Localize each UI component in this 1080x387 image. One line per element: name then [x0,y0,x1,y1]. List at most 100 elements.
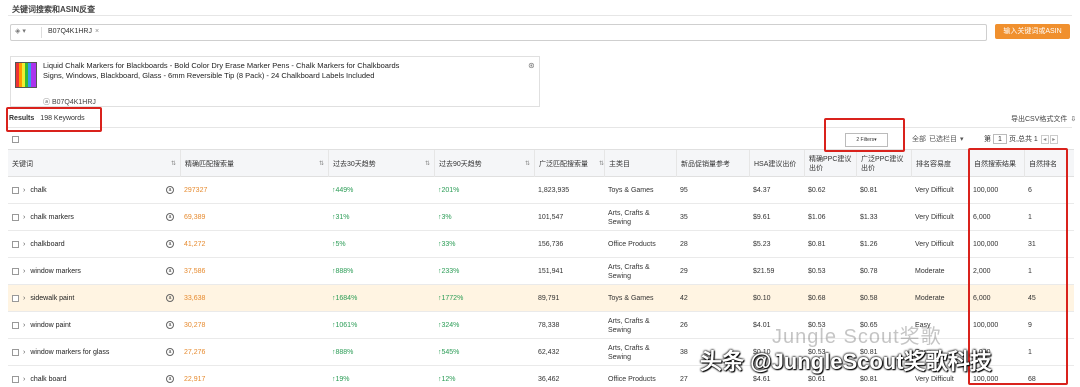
cell-trend-30d: ↑449% [328,177,434,204]
cell-text: window markers for glass [30,349,110,356]
column-header-promo[interactable]: 新品促销量参考 [676,150,749,178]
sort-icon[interactable]: ⇅ [425,160,430,169]
cell-rank-ease: Very Difficult [911,231,969,258]
cell-trend-90d: ↑233% [434,258,534,285]
row-checkbox[interactable] [12,214,19,221]
cell-broad-volume: 36,462 [534,366,608,387]
chevron-right-icon[interactable]: › [23,348,25,357]
cell-broad-ppc: $1.33 [856,204,911,231]
cell-exact-volume: 41,272 [180,231,328,258]
cell-text: Office Products [608,241,656,248]
export-csv-link[interactable]: 导出CSV格式文件 ⇩ [1008,114,1076,124]
row-checkbox[interactable] [12,322,19,329]
row-checkbox[interactable] [12,187,19,194]
table-row[interactable]: › window markers a 37,586 ↑888% ↑233% 151,941 A… [8,258,1074,285]
search-bar[interactable]: ◈ ▾ B07Q4K1HRJ × [10,24,987,41]
column-header-keyword[interactable]: 关键词 ⇅ [8,150,180,178]
sort-icon[interactable]: ⇅ [525,160,530,169]
cell-trend-30d: ↑888% [328,339,434,366]
amazon-search-icon[interactable]: a [166,375,174,383]
amazon-search-icon[interactable]: a [166,321,174,329]
table-row[interactable]: › chalkboard a 41,272 ↑5% ↑33% 156,736 Office P… [8,231,1074,258]
product-title[interactable]: Liquid Chalk Markers for Blackboards - B… [43,61,403,81]
cell-text: 35 [680,214,688,221]
column-header-broad-ppc[interactable]: 广泛PPC建议出价 [856,150,911,178]
column-selector[interactable]: 全部 已选栏目 ▾ [909,134,964,144]
cell-trend-30d: ↑31% [328,204,434,231]
amazon-search-icon[interactable]: a [166,186,174,194]
prev-page-button[interactable]: ◂ [1040,135,1049,144]
pagination: 第 1 页,总共 1 ◂ ▸ [984,134,1058,144]
cell-text: ↑1772% [438,295,464,302]
amazon-icon: ⓐ [43,99,50,106]
column-header-trend-30d[interactable]: 过去30天趋势 ⇅ [328,150,434,178]
cell-text: Arts, Crafts & Sewing [608,317,650,334]
asin-tag[interactable]: B07Q4K1HRJ × [48,28,99,35]
cell-exact-volume: 37,586 [180,258,328,285]
page-input[interactable]: 1 [993,134,1007,144]
cell-keyword: › chalk a [8,177,180,204]
column-header-label: 广泛匹配搜索量 [539,160,588,168]
chevron-right-icon[interactable]: › [23,213,25,222]
cell-exact-ppc: $0.62 [804,177,856,204]
column-header-exact-ppc[interactable]: 精确PPC建议出价 [804,150,856,178]
search-button[interactable]: 输入关键词或ASIN [995,24,1070,39]
cell-keyword: › chalkboard a [8,231,180,258]
marketplace-dropdown[interactable]: ◈ ▾ [15,27,26,35]
column-header-label: HSA建议出价 [754,160,797,168]
chevron-right-icon[interactable]: › [23,294,25,303]
amazon-search-icon[interactable]: a [166,213,174,221]
cell-promo: 29 [676,258,749,285]
row-checkbox[interactable] [12,241,19,248]
table-row[interactable]: › chalk a 297327 ↑449% ↑201% 1,823,935 Toys & G… [8,177,1074,204]
cell-keyword: › window markers a [8,258,180,285]
cell-text: 36,462 [538,376,560,383]
cell-rank-ease: Moderate [911,258,969,285]
cell-promo: 26 [676,312,749,339]
cell-text: sidewalk paint [30,295,75,302]
table-row[interactable]: › sidewalk paint a 33,638 ↑1684% ↑1772% 89,791… [8,285,1074,312]
amazon-search-icon[interactable]: a [166,348,174,356]
next-page-button[interactable]: ▸ [1049,135,1058,144]
chevron-right-icon[interactable]: › [23,321,25,330]
chevron-right-icon[interactable]: › [23,267,25,276]
column-header-broad-volume[interactable]: 广泛匹配搜索量 ⇅ [534,150,608,178]
cell-rank-ease: Very Difficult [911,177,969,204]
amazon-search-icon[interactable]: a [166,294,174,302]
cell-hsa-bid: $5.23 [749,231,804,258]
cell-broad-ppc: $1.26 [856,231,911,258]
column-header-category[interactable]: 主类目 [604,150,676,178]
column-header-rank-ease[interactable]: 排名容易度 [911,150,969,178]
highlight-box [824,118,905,152]
cell-exact-volume: 69,389 [180,204,328,231]
row-checkbox[interactable] [12,376,19,383]
column-header-label: 主类目 [609,160,630,168]
chevron-right-icon[interactable]: › [23,240,25,249]
cell-text: $0.68 [808,295,826,302]
sort-icon[interactable]: ⇅ [319,160,324,169]
chevron-right-icon[interactable]: › [23,375,25,384]
cell-text: 78,338 [538,322,560,329]
close-icon[interactable]: × [95,28,99,35]
amazon-search-icon[interactable]: a [166,267,174,275]
row-checkbox[interactable] [12,268,19,275]
cell-text: $9.61 [753,214,771,221]
cell-keyword: › window markers for glass a [8,339,180,366]
info-icon[interactable]: ⊛ [528,61,535,70]
cell-text: ↑324% [438,322,460,329]
cell-broad-volume: 1,823,935 [534,177,608,204]
cell-broad-ppc: $0.81 [856,177,911,204]
chevron-right-icon[interactable]: › [23,186,25,195]
row-checkbox[interactable] [12,295,19,302]
select-all-checkbox[interactable] [12,136,19,143]
cell-broad-volume: 78,338 [534,312,608,339]
column-header-trend-90d[interactable]: 过去90天趋势 ⇅ [434,150,534,178]
column-header-exact-volume[interactable]: 精确匹配搜索量 ⇅ [180,150,328,178]
column-header-hsa-bid[interactable]: HSA建议出价 [749,150,804,178]
row-checkbox[interactable] [12,349,19,356]
cell-keyword: › sidewalk paint a [8,285,180,312]
sort-icon[interactable]: ⇅ [171,160,176,169]
table-row[interactable]: › chalk markers a 69,389 ↑31% ↑3% 101,547 Arts,… [8,204,1074,231]
column-header-label: 精确匹配搜索量 [185,160,234,168]
amazon-search-icon[interactable]: a [166,240,174,248]
